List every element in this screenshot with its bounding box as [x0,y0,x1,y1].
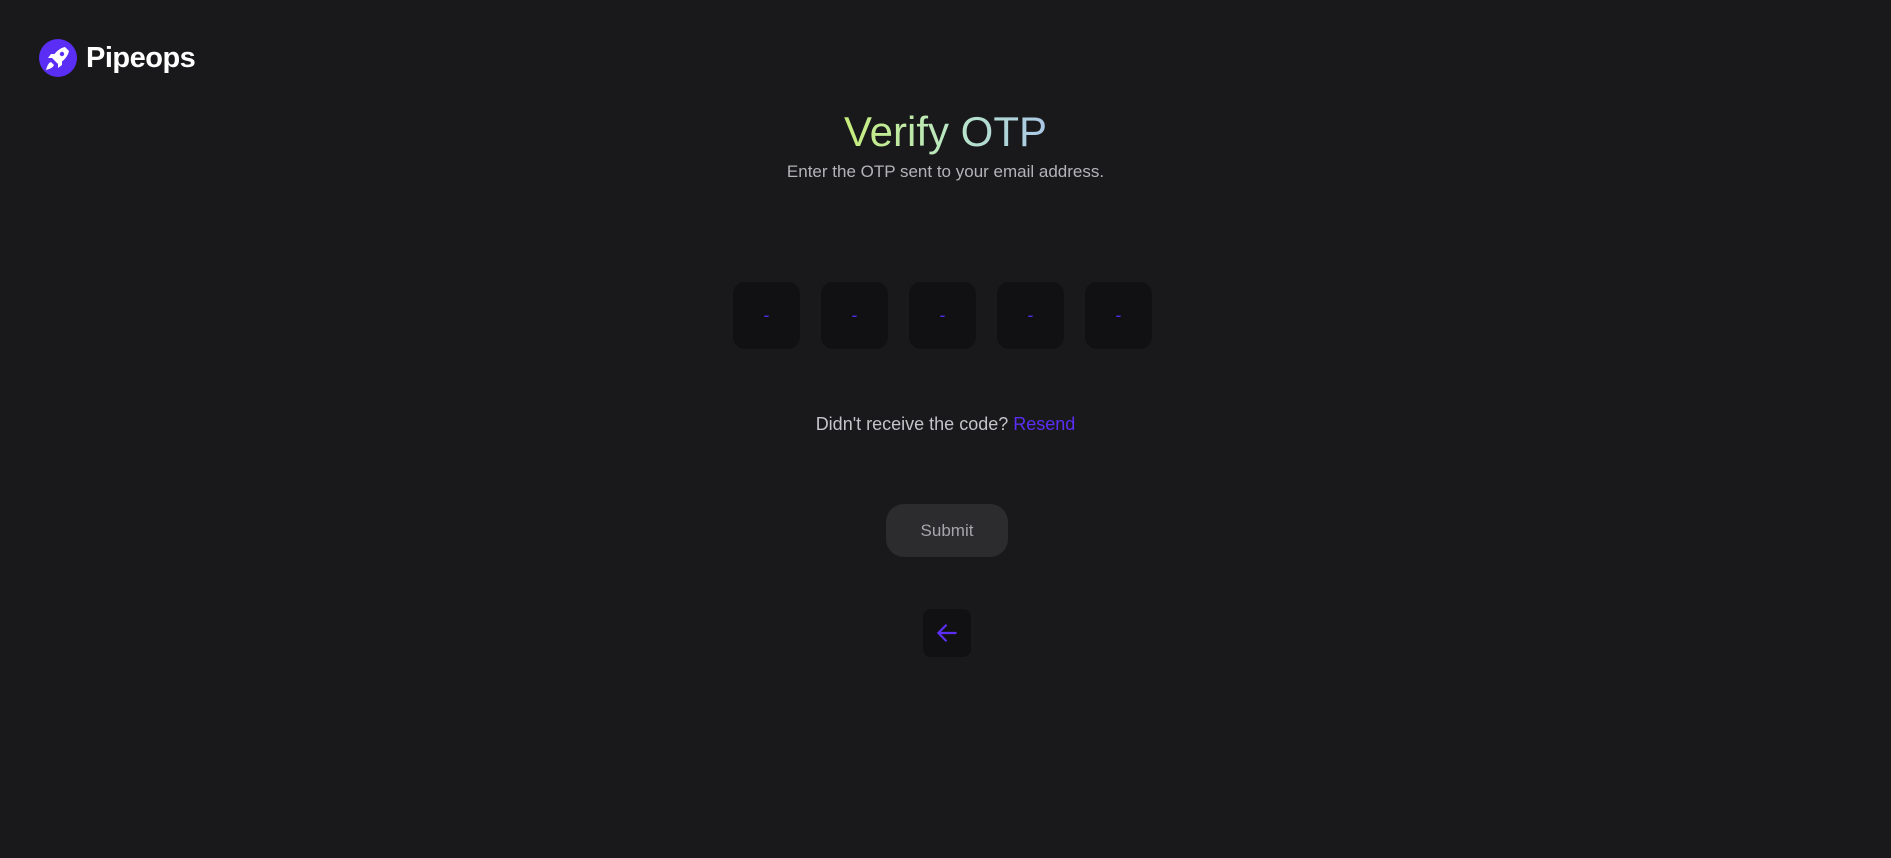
otp-digit-1[interactable] [733,282,800,349]
resend-link[interactable]: Resend [1013,414,1075,434]
brand-name: Pipeops [86,41,196,74]
otp-digit-2[interactable] [821,282,888,349]
page-title: Verify OTP [0,106,1891,158]
arrow-left-icon [937,624,957,642]
page-subtitle: Enter the OTP sent to your email address… [786,162,1105,181]
otp-digit-5[interactable] [1085,282,1152,349]
otp-input-group [733,282,1152,349]
submit-button[interactable]: Submit [886,504,1008,557]
otp-digit-3[interactable] [909,282,976,349]
brand-logo[interactable]: Pipeops [38,38,196,78]
otp-digit-4[interactable] [997,282,1064,349]
resend-prompt-line: Didn't receive the code? Resend [0,414,1891,435]
resend-prompt: Didn't receive the code? [815,414,1009,434]
back-button[interactable] [923,609,971,657]
rocket-logo-icon [39,39,77,77]
otp-page: Pipeops Verify OTP Enter the OTP sent to… [0,0,1891,858]
page-title-text: Verify OTP [843,108,1048,155]
